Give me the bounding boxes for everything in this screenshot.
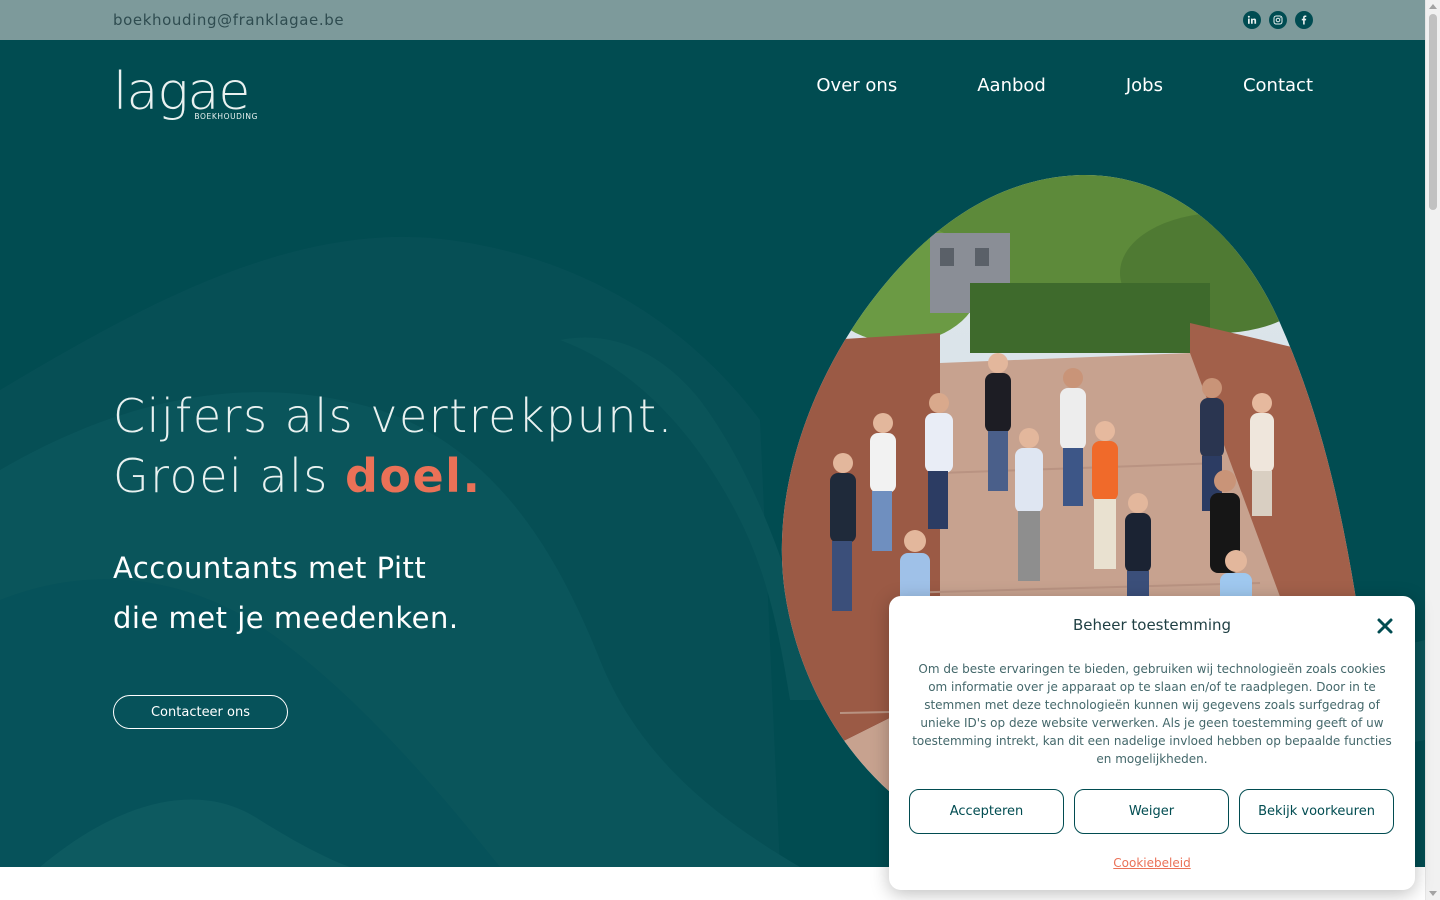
social-links [1243, 11, 1313, 29]
hero-headline: Cijfers als vertrekpunt. Groei als doel. [113, 386, 674, 506]
view-preferences-button[interactable]: Bekijk voorkeuren [1239, 789, 1394, 834]
logo-subtitle: BOEKHOUDING [194, 112, 258, 121]
cookie-policy: Cookiebeleid [889, 852, 1415, 871]
subline-1: Accountants met Pitt [113, 551, 427, 585]
email-link[interactable]: boekhouding@franklagae.be [113, 11, 344, 29]
scroll-up-icon[interactable] [1429, 4, 1437, 9]
nav-item-aanbod[interactable]: Aanbod [977, 75, 1046, 96]
top-bar: boekhouding@franklagae.be [0, 0, 1425, 40]
accept-button[interactable]: Accepteren [909, 789, 1064, 834]
cookie-dialog-title: Beheer toestemming [1072, 616, 1232, 634]
instagram-icon[interactable] [1269, 11, 1287, 29]
scrollbar-thumb[interactable] [1429, 14, 1437, 210]
logo[interactable]: lagae BOEKHOUDING [113, 62, 258, 125]
headline-line-2-prefix: Groei als [113, 449, 345, 503]
nav-item-jobs[interactable]: Jobs [1126, 75, 1163, 96]
contact-cta-button[interactable]: Contacteer ons [113, 695, 288, 729]
cookie-dialog-body: Om de beste ervaringen te bieden, gebrui… [912, 662, 1392, 766]
hero-subline: Accountants met Pitt die met je meedenke… [113, 543, 459, 643]
headline-line-1: Cijfers als vertrekpunt. [113, 389, 674, 443]
cookie-policy-link[interactable]: Cookiebeleid [1113, 856, 1190, 870]
scroll-down-icon[interactable] [1429, 891, 1437, 896]
close-icon[interactable] [1375, 616, 1395, 636]
subline-2: die met je meedenken. [113, 601, 459, 635]
main-nav: Over ons Aanbod Jobs Contact [816, 75, 1313, 96]
cookie-consent-dialog: Beheer toestemming Om de beste ervaringe… [889, 596, 1415, 890]
nav-item-contact[interactable]: Contact [1243, 75, 1313, 96]
logo-wordmark: lagae [113, 62, 250, 122]
cookie-buttons: Accepteren Weiger Bekijk voorkeuren [909, 789, 1394, 834]
linkedin-icon[interactable] [1243, 11, 1261, 29]
facebook-icon[interactable] [1295, 11, 1313, 29]
nav-item-over-ons[interactable]: Over ons [816, 75, 897, 96]
page-scrollbar[interactable] [1425, 0, 1440, 900]
headline-accent: doel. [344, 449, 482, 503]
deny-button[interactable]: Weiger [1074, 789, 1229, 834]
